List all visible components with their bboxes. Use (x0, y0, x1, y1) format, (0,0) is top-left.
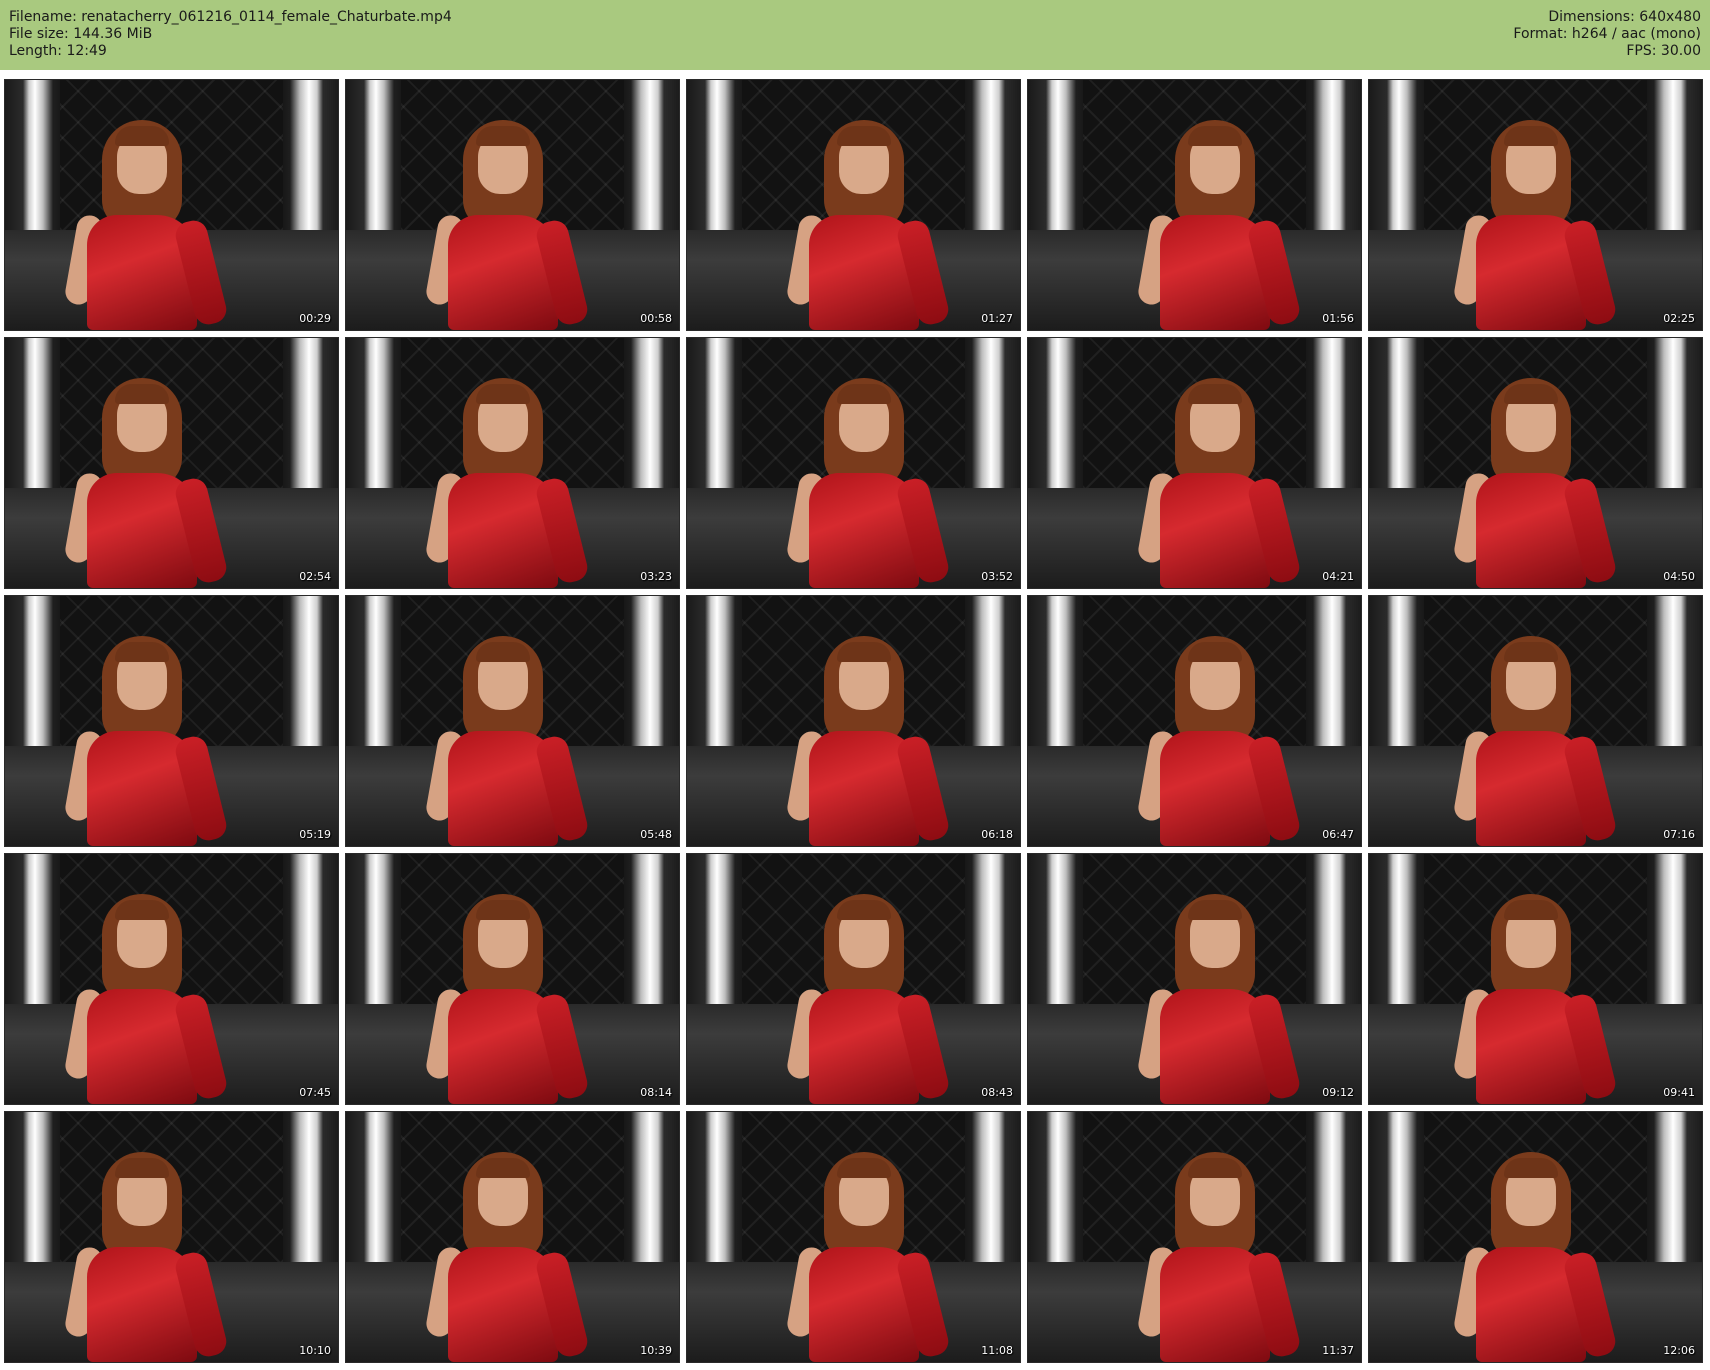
woman-in-red-dress (784, 120, 951, 330)
video-thumbnail[interactable]: 01:27 (686, 79, 1021, 331)
woman-in-red-dress (423, 636, 590, 846)
filename-text: Filename: renatacherry_061216_0114_femal… (9, 9, 452, 25)
video-thumbnail[interactable]: 02:25 (1368, 79, 1703, 331)
woman-in-red-dress (423, 894, 590, 1104)
video-thumbnail[interactable]: 11:37 (1027, 1111, 1362, 1363)
video-thumbnail[interactable]: 03:23 (345, 337, 680, 589)
dimensions-text: Dimensions: 640x480 (1548, 9, 1701, 25)
timestamp-label: 04:21 (1322, 570, 1354, 583)
timestamp-label: 02:54 (299, 570, 331, 583)
woman-in-red-dress (1135, 378, 1302, 588)
woman-in-red-dress (423, 378, 590, 588)
woman-in-red-dress (1451, 1152, 1618, 1362)
timestamp-label: 07:45 (299, 1086, 331, 1099)
timestamp-label: 09:41 (1663, 1086, 1695, 1099)
timestamp-label: 05:19 (299, 828, 331, 841)
timestamp-label: 03:52 (981, 570, 1013, 583)
woman-in-red-dress (784, 894, 951, 1104)
woman-in-red-dress (1451, 894, 1618, 1104)
woman-in-red-dress (784, 636, 951, 846)
length-text: Length: 12:49 (9, 43, 107, 59)
timestamp-label: 01:27 (981, 312, 1013, 325)
timestamp-label: 11:37 (1322, 1344, 1354, 1357)
woman-in-red-dress (1451, 120, 1618, 330)
video-thumbnail[interactable]: 02:54 (4, 337, 339, 589)
video-thumbnail[interactable]: 08:14 (345, 853, 680, 1105)
timestamp-label: 12:06 (1663, 1344, 1695, 1357)
woman-in-red-dress (1135, 1152, 1302, 1362)
video-thumbnail[interactable]: 00:29 (4, 79, 339, 331)
video-thumbnail[interactable]: 12:06 (1368, 1111, 1703, 1363)
video-thumbnail[interactable]: 05:19 (4, 595, 339, 847)
woman-in-red-dress (423, 1152, 590, 1362)
video-thumbnail[interactable]: 10:10 (4, 1111, 339, 1363)
video-thumbnail[interactable]: 11:08 (686, 1111, 1021, 1363)
timestamp-label: 00:29 (299, 312, 331, 325)
video-thumbnail[interactable]: 04:21 (1027, 337, 1362, 589)
thumbnail-grid: 00:29 00:58 01:27 01:56 02:25 02:54 03:23 03:52… (4, 79, 1703, 1363)
video-thumbnail[interactable]: 08:43 (686, 853, 1021, 1105)
woman-in-red-dress (1135, 636, 1302, 846)
timestamp-label: 00:58 (640, 312, 672, 325)
timestamp-label: 01:56 (1322, 312, 1354, 325)
video-thumbnail[interactable]: 00:58 (345, 79, 680, 331)
timestamp-label: 06:47 (1322, 828, 1354, 841)
video-thumbnail[interactable]: 01:56 (1027, 79, 1362, 331)
timestamp-label: 11:08 (981, 1344, 1013, 1357)
video-thumbnail[interactable]: 09:41 (1368, 853, 1703, 1105)
video-thumbnail[interactable]: 03:52 (686, 337, 1021, 589)
info-header: Filename: renatacherry_061216_0114_femal… (0, 0, 1710, 70)
woman-in-red-dress (1135, 120, 1302, 330)
timestamp-label: 10:39 (640, 1344, 672, 1357)
file-info: Filename: renatacherry_061216_0114_femal… (9, 9, 452, 60)
woman-in-red-dress (62, 378, 229, 588)
woman-in-red-dress (62, 1152, 229, 1362)
woman-in-red-dress (784, 378, 951, 588)
woman-in-red-dress (423, 120, 590, 330)
woman-in-red-dress (1135, 894, 1302, 1104)
video-thumbnail[interactable]: 10:39 (345, 1111, 680, 1363)
timestamp-label: 06:18 (981, 828, 1013, 841)
video-thumbnail[interactable]: 06:18 (686, 595, 1021, 847)
video-thumbnail[interactable]: 07:16 (1368, 595, 1703, 847)
woman-in-red-dress (1451, 636, 1618, 846)
timestamp-label: 08:14 (640, 1086, 672, 1099)
video-thumbnail[interactable]: 06:47 (1027, 595, 1362, 847)
woman-in-red-dress (784, 1152, 951, 1362)
woman-in-red-dress (62, 894, 229, 1104)
fps-text: FPS: 30.00 (1626, 43, 1701, 59)
woman-in-red-dress (62, 120, 229, 330)
video-thumbnail[interactable]: 04:50 (1368, 337, 1703, 589)
timestamp-label: 08:43 (981, 1086, 1013, 1099)
woman-in-red-dress (62, 636, 229, 846)
timestamp-label: 03:23 (640, 570, 672, 583)
video-thumbnail[interactable]: 09:12 (1027, 853, 1362, 1105)
woman-in-red-dress (1451, 378, 1618, 588)
timestamp-label: 04:50 (1663, 570, 1695, 583)
format-text: Format: h264 / aac (mono) (1513, 26, 1701, 42)
media-info: Dimensions: 640x480 Format: h264 / aac (… (1513, 9, 1701, 60)
timestamp-label: 07:16 (1663, 828, 1695, 841)
video-thumbnail[interactable]: 07:45 (4, 853, 339, 1105)
timestamp-label: 10:10 (299, 1344, 331, 1357)
timestamp-label: 05:48 (640, 828, 672, 841)
filesize-text: File size: 144.36 MiB (9, 26, 153, 42)
timestamp-label: 09:12 (1322, 1086, 1354, 1099)
video-thumbnail[interactable]: 05:48 (345, 595, 680, 847)
timestamp-label: 02:25 (1663, 312, 1695, 325)
